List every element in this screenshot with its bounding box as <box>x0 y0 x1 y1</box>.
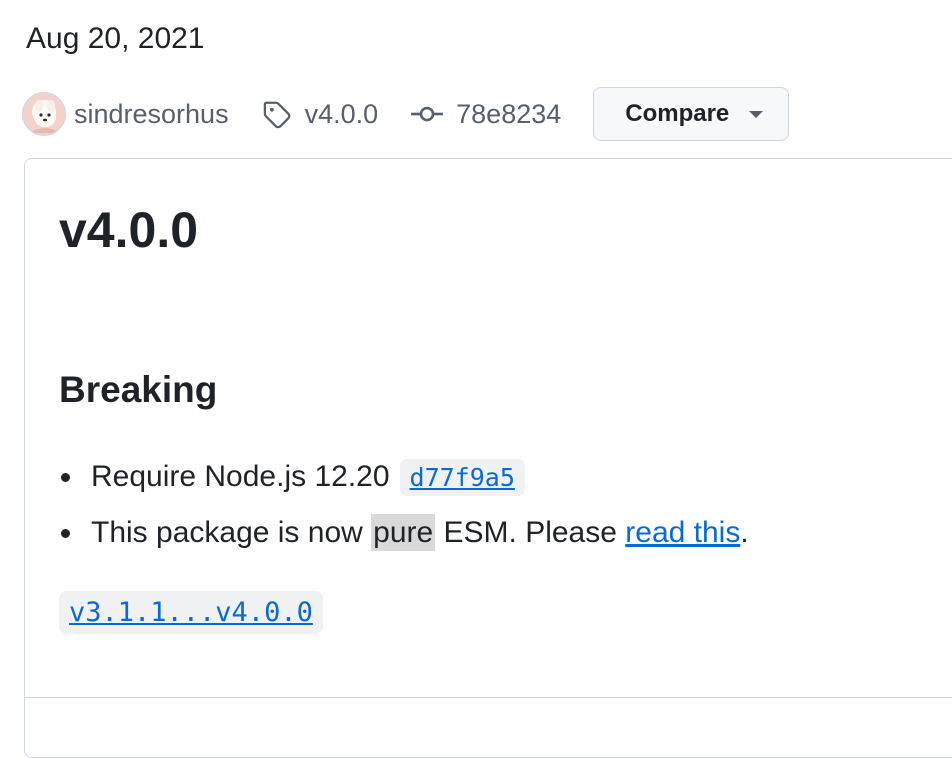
divider <box>25 697 952 698</box>
triangle-down-icon <box>749 110 764 118</box>
breaking-heading: Breaking <box>59 369 218 410</box>
author-avatar[interactable] <box>22 92 66 136</box>
compare-dropdown-button[interactable]: Compare <box>593 87 790 141</box>
release-title: v4.0.0 <box>59 202 199 258</box>
tag-link[interactable]: v4.0.0 <box>305 99 379 130</box>
commit-link[interactable]: 78e8234 <box>456 99 561 130</box>
commit-hash-link[interactable]: d77f9a5 <box>399 458 525 496</box>
release-date: Aug 20, 2021 <box>26 22 205 55</box>
read-this-link[interactable]: read this <box>625 516 740 549</box>
list-item-text: This package is now pure ESM. Please rea… <box>91 514 749 551</box>
tag-icon <box>263 99 293 129</box>
release-box: v4.0.0 Breaking Require Node.js 12.20 d7… <box>24 158 952 758</box>
release-meta: sindresorhus v4.0.0 78e8234 Compare <box>22 86 790 142</box>
compare-label: Compare <box>625 100 730 127</box>
list-item-text: Require Node.js 12.20 <box>91 460 390 493</box>
author-link[interactable]: sindresorhus <box>74 99 229 130</box>
list-item: This package is now pure ESM. Please rea… <box>61 505 749 561</box>
list-item: Require Node.js 12.20 d77f9a5 <box>61 449 749 505</box>
highlighted-word: pure <box>371 514 436 551</box>
change-list: Require Node.js 12.20 d77f9a5 This packa… <box>61 449 749 561</box>
git-commit-icon <box>410 99 444 129</box>
compare-range-link[interactable]: v3.1.1...v4.0.0 <box>59 591 323 634</box>
